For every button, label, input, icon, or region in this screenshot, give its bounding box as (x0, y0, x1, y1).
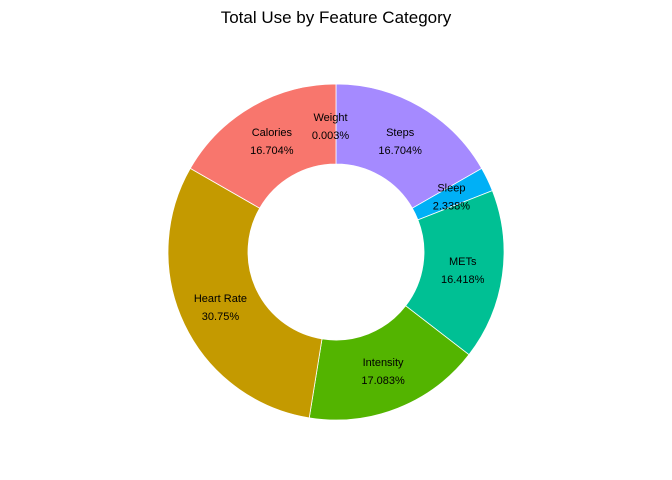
donut-chart: Total Use by Feature Category Weight 0.00… (167, 8, 505, 421)
slice-name-intensity: Intensity (363, 357, 404, 369)
slice-name-calories: Calories (252, 127, 293, 139)
chart-title: Total Use by Feature Category (221, 8, 452, 27)
slice-percent-calories: 16.704% (250, 145, 294, 157)
slice-percent-intensity: 17.083% (361, 375, 405, 387)
slice-name-sleep: Sleep (437, 183, 465, 195)
slice-name-weight: Weight (313, 112, 347, 124)
slice-percent-weight: 0.003% (312, 130, 350, 142)
slice-percent-steps: 16.704% (378, 145, 422, 157)
slice-percent-heart-rate: 30.75% (202, 311, 240, 323)
slice-name-steps: Steps (386, 127, 415, 139)
slice-name-mets: METs (449, 256, 477, 268)
slice-name-heart-rate: Heart Rate (194, 293, 247, 305)
slice-percent-mets: 16.418% (441, 274, 485, 286)
slice-percent-sleep: 2.338% (433, 201, 471, 213)
